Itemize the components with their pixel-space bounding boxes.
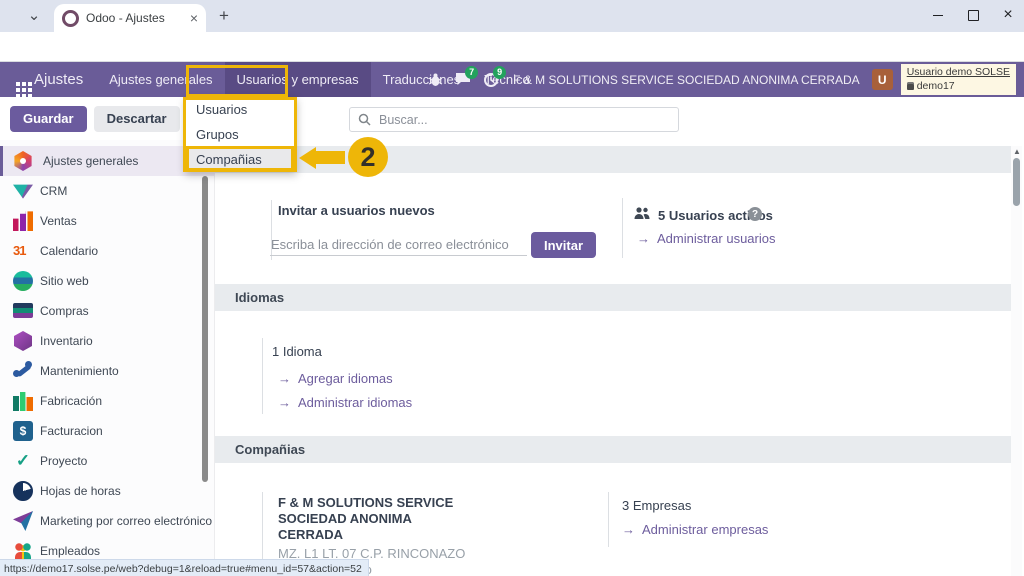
browser-tab[interactable]: Odoo - Ajustes × [54,4,206,32]
content-scrollbar-thumb[interactable] [1013,158,1020,206]
browser-title-bar: ⌄ Odoo - Ajustes × + × [0,0,1024,32]
scrollbar-up-icon[interactable]: ▲ [1013,147,1021,156]
odoo-nav-bar: Ajustes Ajustes generales Usuarios y emp… [0,62,1024,97]
calendar-icon [13,241,33,261]
user-avatar[interactable]: U [872,69,893,90]
settings-sidebar: Ajustes generales CRM Ventas Calendario … [0,140,215,576]
sidebar-item-facturacion[interactable]: Facturacion [0,416,215,446]
users-group-icon [633,206,651,220]
company-name-line2: SOCIEDAD ANONIMA [278,511,412,526]
companias-title: Compañias [235,442,305,457]
dropdown-item-companias[interactable]: Compañias [185,147,297,172]
dropdown-item-usuarios[interactable]: Usuarios [185,97,297,122]
sidebar-item-proyecto[interactable]: Proyecto [0,446,215,476]
companias-section-header: Compañias [215,436,1011,463]
discard-button[interactable]: Descartar [94,106,180,132]
invite-email-input[interactable] [270,234,527,256]
content-scrollbar-track[interactable] [1011,146,1022,576]
sidebar-item-compras[interactable]: Compras [0,296,215,326]
company-name-line3: CERRADA [278,527,343,542]
user-name: Usuario demo SOLSE [907,66,1010,79]
messages-badge: 7 [465,66,478,79]
search-box[interactable] [349,107,679,132]
invoicing-icon [13,421,33,441]
sidebar-item-sitio-web[interactable]: Sitio web [0,266,215,296]
search-input[interactable] [377,112,670,128]
manage-users-link[interactable]: →Administrar usuarios [637,231,776,246]
usuarios-empresas-dropdown: Usuarios Grupos Compañias [185,97,297,172]
employees-icon [13,541,33,561]
invite-button[interactable]: Invitar [531,232,596,258]
company-name-line1: F & M SOLUTIONS SERVICE [278,495,453,510]
sidebar-item-ventas[interactable]: Ventas [0,206,215,236]
website-icon [13,271,33,291]
idiomas-count: 1 Idioma [272,344,322,359]
arrow-right-icon: → [278,395,291,410]
arrow-right-icon: → [637,231,650,246]
sidebar-item-hojas-de-horas[interactable]: Hojas de horas [0,476,215,506]
debug-bug-icon[interactable] [425,70,445,90]
idiomas-title: Idiomas [235,290,284,305]
sidebar-item-marketing[interactable]: Marketing por correo electrónico [0,506,215,536]
restore-button[interactable] [958,4,988,26]
sidebar-item-inventario[interactable]: Inventario [0,326,215,356]
status-link-text: https://demo17.solse.pe/web?debug=1&relo… [4,563,362,575]
new-tab-icon[interactable]: + [216,8,232,24]
email-marketing-icon [13,511,33,531]
sales-icon [13,211,33,231]
help-icon[interactable]: ? [748,207,762,221]
companies-count: 3 Empresas [622,498,691,513]
purchase-icon [13,303,33,318]
user-menu[interactable]: Usuario demo SOLSE demo17 [901,64,1016,94]
database-icon [907,82,914,90]
idiomas-section-header: Idiomas [215,284,1011,311]
odoo-favicon [62,10,79,27]
add-languages-link[interactable]: →Agregar idiomas [278,371,393,386]
maintenance-icon [13,361,33,381]
annotation-step-badge: 2 [348,137,388,177]
menu-ajustes-generales[interactable]: Ajustes generales [97,62,224,97]
menu-usuarios-y-empresas[interactable]: Usuarios y empresas [225,62,371,97]
invite-label: Invitar a usuarios nuevos [278,203,435,218]
idiomas-left-border [262,338,263,414]
timesheets-icon [13,481,33,501]
project-icon [13,451,33,471]
minimize-button[interactable] [923,4,953,26]
companias-divider [608,492,609,547]
sidebar-item-fabricacion[interactable]: Fabricación [0,386,215,416]
activities-badge: 9 [493,66,506,79]
save-button[interactable]: Guardar [10,106,87,132]
sidebar-scrollbar[interactable] [202,176,208,482]
company-switcher[interactable]: F & M SOLUTIONS SERVICE SOCIEDAD ANONIMA… [513,73,860,87]
browser-toolbar: ← → demo17.solse.pe/web?debug=1&reload=t… [0,32,1024,62]
users-divider [622,198,623,258]
status-bar: https://demo17.solse.pe/web?debug=1&relo… [0,559,369,576]
annotation-arrow-tail [314,151,345,164]
search-icon [358,113,371,126]
dropdown-item-grupos[interactable]: Grupos [185,122,297,147]
general-settings-icon [13,151,33,171]
sidebar-item-mantenimiento[interactable]: Mantenimiento [0,356,215,386]
crm-icon [13,181,33,201]
arrow-right-icon: → [622,522,635,537]
tab-title: Odoo - Ajustes [86,11,190,25]
manufacturing-icon [13,391,33,411]
browser-window: ⌄ Odoo - Ajustes × + × ← → demo17.solse.… [0,0,1024,576]
sidebar-item-calendario[interactable]: Calendario [0,236,215,266]
tab-close-icon[interactable]: × [190,11,198,25]
manage-languages-link[interactable]: →Administrar idiomas [278,395,412,410]
inventory-icon [13,331,33,351]
database-name: demo17 [917,80,955,93]
tab-search-chevron-icon[interactable]: ⌄ [26,8,42,24]
app-name[interactable]: Ajustes [34,62,83,97]
close-button[interactable]: × [993,4,1023,26]
manage-companies-link[interactable]: →Administrar empresas [622,522,768,537]
apps-grid-icon[interactable] [16,82,20,86]
sidebar-item-crm[interactable]: CRM [0,176,215,206]
sidebar-item-ajustes-generales[interactable]: Ajustes generales [0,146,215,176]
messages-icon[interactable]: 7 [453,70,473,90]
arrow-right-icon: → [278,371,291,386]
activities-icon[interactable]: 9 [481,70,501,90]
